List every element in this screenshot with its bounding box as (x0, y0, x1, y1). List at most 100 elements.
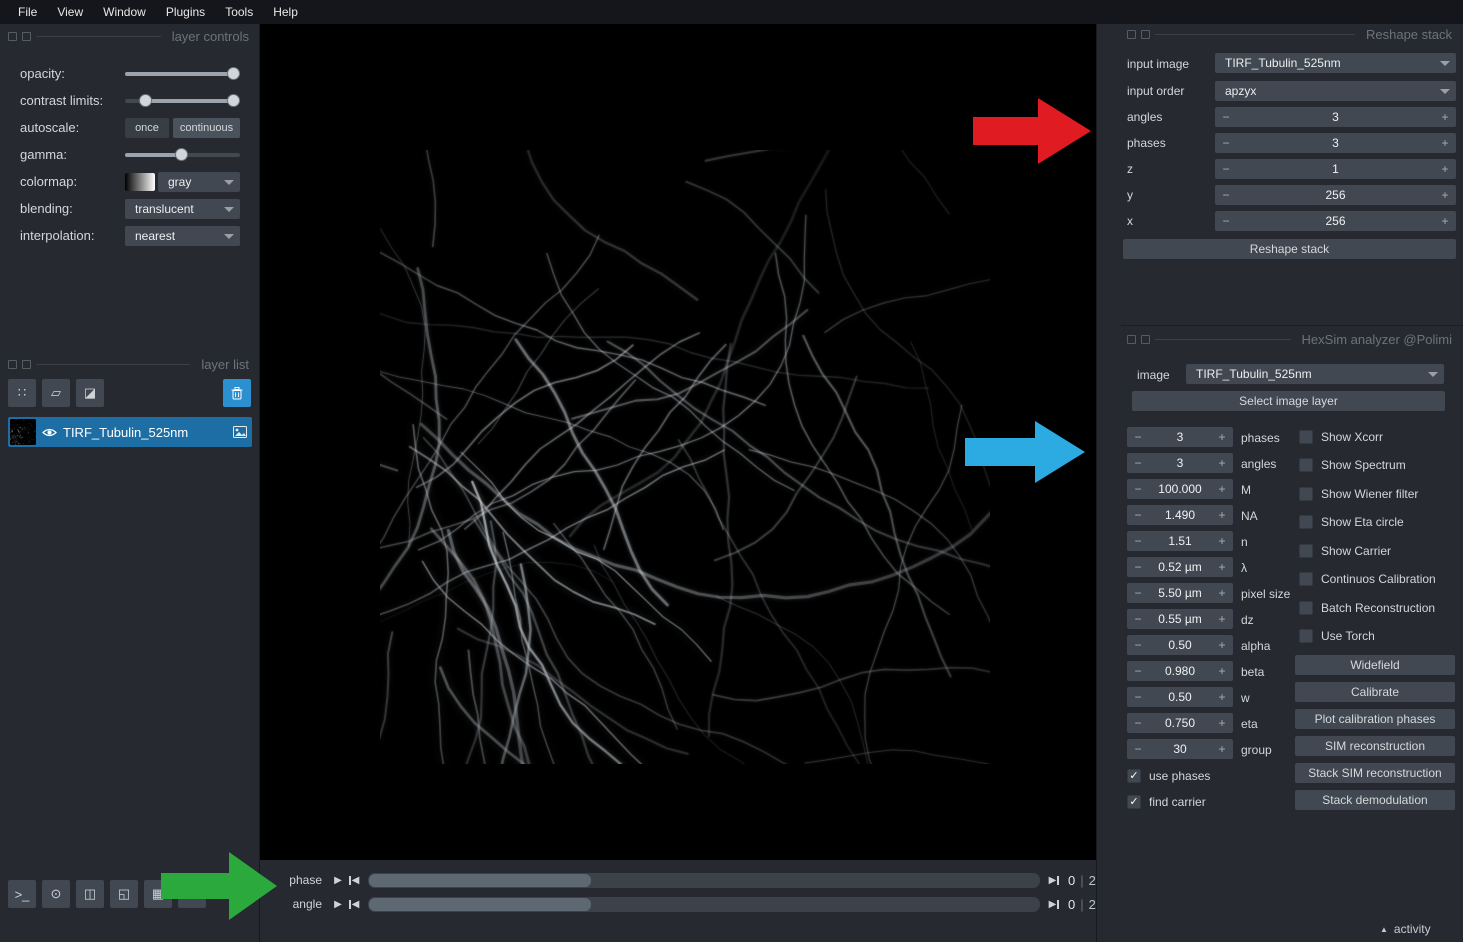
angles-param-spinbox[interactable]: −3+ (1127, 453, 1233, 473)
calibrate-button[interactable]: Calibrate (1295, 682, 1455, 702)
minus-icon[interactable]: − (1127, 560, 1149, 574)
contrast-high-handle[interactable] (227, 94, 240, 107)
menu-tools[interactable]: Tools (215, 0, 263, 24)
skip-last-button[interactable]: ▶ (1046, 896, 1062, 912)
beta-spinbox[interactable]: −0.980+ (1127, 661, 1233, 681)
plus-icon[interactable]: + (1434, 136, 1456, 150)
z-spinbox[interactable]: − 1 + (1215, 159, 1456, 179)
x-spinbox[interactable]: − 256 + (1215, 211, 1456, 231)
refractive-index-spinbox[interactable]: −1.51+ (1127, 531, 1233, 551)
float-panel-icon[interactable] (1127, 30, 1136, 39)
plus-icon[interactable]: + (1211, 508, 1233, 522)
menu-file[interactable]: File (8, 0, 47, 24)
minus-icon[interactable]: − (1127, 742, 1149, 756)
skip-last-button[interactable]: ▶ (1046, 872, 1062, 888)
hide-panel-icon[interactable] (22, 360, 31, 369)
play-button[interactable]: ▶ (330, 896, 346, 912)
skip-first-button[interactable]: ◀ (346, 872, 362, 888)
viewer-canvas[interactable] (260, 24, 1096, 860)
group-spinbox[interactable]: −30+ (1127, 739, 1233, 759)
console-button[interactable]: >_ (8, 880, 36, 908)
opacity-slider[interactable] (125, 65, 240, 82)
find-carrier-checkbox[interactable]: ✓ (1127, 795, 1141, 809)
skip-first-button[interactable]: ◀ (346, 896, 362, 912)
y-value[interactable]: 256 (1237, 188, 1434, 202)
alpha-spinbox[interactable]: −0.50+ (1127, 635, 1233, 655)
roll-dims-button[interactable]: ◫ (76, 880, 104, 908)
spin-value[interactable]: 0.750 (1149, 716, 1211, 730)
spin-value[interactable]: 1.490 (1149, 508, 1211, 522)
show-wiener-checkbox[interactable]: ✓ (1299, 487, 1313, 501)
minus-icon[interactable]: − (1127, 456, 1149, 470)
hide-panel-icon[interactable] (1141, 335, 1150, 344)
use-torch-checkbox[interactable]: ✓ (1299, 629, 1313, 643)
grid-view-button[interactable]: ▦ (144, 880, 172, 908)
plus-icon[interactable]: + (1211, 560, 1233, 574)
spin-value[interactable]: 3 (1149, 456, 1211, 470)
input-image-dropdown[interactable]: TIRF_Tubulin_525nm (1215, 53, 1456, 73)
spin-value[interactable]: 0.50 (1149, 638, 1211, 652)
pixel-size-spinbox[interactable]: −5.50 µm+ (1127, 583, 1233, 603)
plus-icon[interactable]: + (1211, 690, 1233, 704)
angles-spinbox[interactable]: − 3 + (1215, 107, 1456, 127)
minus-icon[interactable]: − (1215, 136, 1237, 150)
home-reset-button[interactable]: ⌂ (178, 880, 206, 908)
angles-value[interactable]: 3 (1237, 110, 1434, 124)
blending-dropdown[interactable]: translucent (125, 199, 240, 219)
minus-icon[interactable]: − (1215, 214, 1237, 228)
plus-icon[interactable]: + (1211, 638, 1233, 652)
plus-icon[interactable]: + (1434, 110, 1456, 124)
autoscale-continuous-button[interactable]: continuous (173, 118, 240, 138)
minus-icon[interactable]: − (1127, 586, 1149, 600)
use-phases-checkbox[interactable]: ✓ (1127, 769, 1141, 783)
spin-value[interactable]: 1.51 (1149, 534, 1211, 548)
contrast-low-handle[interactable] (139, 94, 152, 107)
spin-value[interactable]: 0.50 (1149, 690, 1211, 704)
minus-icon[interactable]: − (1127, 638, 1149, 652)
eta-spinbox[interactable]: −0.750+ (1127, 713, 1233, 733)
show-xcorr-checkbox[interactable]: ✓ (1299, 430, 1313, 444)
reshape-stack-button[interactable]: Reshape stack (1123, 239, 1456, 259)
dz-spinbox[interactable]: −0.55 µm+ (1127, 609, 1233, 629)
interpolation-dropdown[interactable]: nearest (125, 226, 240, 246)
minus-icon[interactable]: − (1127, 716, 1149, 730)
widefield-button[interactable]: Widefield (1295, 655, 1455, 675)
new-labels-layer-button[interactable]: ◪ (76, 379, 104, 407)
phase-slider[interactable] (368, 873, 1040, 888)
menu-view[interactable]: View (47, 0, 93, 24)
na-spinbox[interactable]: −1.490+ (1127, 505, 1233, 525)
phases-value[interactable]: 3 (1237, 136, 1434, 150)
delete-layer-button[interactable] (223, 379, 251, 407)
w-spinbox[interactable]: −0.50+ (1127, 687, 1233, 707)
plus-icon[interactable]: + (1211, 586, 1233, 600)
opacity-slider-handle[interactable] (227, 67, 240, 80)
minus-icon[interactable]: − (1127, 430, 1149, 444)
minus-icon[interactable]: − (1127, 534, 1149, 548)
hide-panel-icon[interactable] (22, 32, 31, 41)
menu-plugins[interactable]: Plugins (156, 0, 215, 24)
batch-reconstruction-checkbox[interactable]: ✓ (1299, 601, 1313, 615)
colormap-dropdown[interactable]: gray (158, 172, 240, 192)
float-panel-icon[interactable] (8, 360, 17, 369)
stack-demodulation-button[interactable]: Stack demodulation (1295, 790, 1455, 810)
spin-value[interactable]: 5.50 µm (1149, 586, 1211, 600)
gamma-slider[interactable] (125, 146, 240, 163)
angle-slider[interactable] (368, 897, 1040, 912)
plus-icon[interactable]: + (1211, 716, 1233, 730)
spin-value[interactable]: 0.980 (1149, 664, 1211, 678)
stack-sim-reconstruction-button[interactable]: Stack SIM reconstruction (1295, 763, 1455, 783)
new-points-layer-button[interactable]: ∷ (8, 379, 36, 407)
gamma-slider-handle[interactable] (175, 148, 188, 161)
minus-icon[interactable]: − (1127, 612, 1149, 626)
plus-icon[interactable]: + (1211, 482, 1233, 496)
phases-param-spinbox[interactable]: −3+ (1127, 427, 1233, 447)
spin-value[interactable]: 0.55 µm (1149, 612, 1211, 626)
phase-slider-fill[interactable] (369, 874, 591, 887)
autoscale-once-button[interactable]: once (125, 118, 169, 138)
spin-value[interactable]: 3 (1149, 430, 1211, 444)
select-image-layer-button[interactable]: Select image layer (1132, 391, 1445, 411)
spin-value[interactable]: 100.000 (1149, 482, 1211, 496)
plus-icon[interactable]: + (1211, 742, 1233, 756)
ndisplay-toggle-button[interactable]: ⊙ (42, 880, 70, 908)
input-order-dropdown[interactable]: apzyx (1215, 81, 1456, 101)
